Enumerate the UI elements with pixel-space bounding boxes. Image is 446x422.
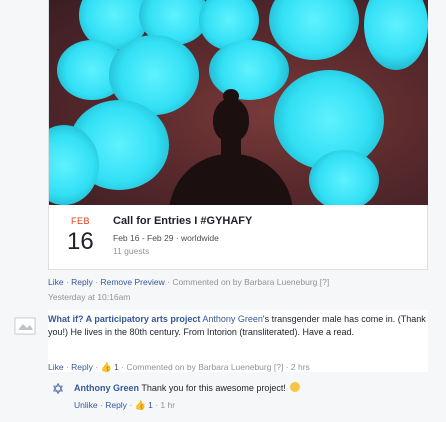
event-card[interactable]: FEB 16 Call for Entries I #GYHAFY Feb 16… <box>48 0 428 270</box>
comment-like-count[interactable]: 1 <box>114 362 119 372</box>
reply-author-link[interactable]: Anthony Green <box>74 383 139 393</box>
comment-text: What if? A participatory arts project An… <box>48 313 426 338</box>
event-guests: 11 guests <box>113 246 150 256</box>
reply-body: Thank you for this awesome project! <box>141 383 286 393</box>
post-actions: Like · Reply · Remove Preview · Commente… <box>48 277 330 287</box>
light-spot <box>364 0 428 70</box>
like-link[interactable]: Like <box>48 277 64 287</box>
commenter-name[interactable]: Barbara Lueneburg <box>198 362 271 372</box>
thumbs-up-icon[interactable]: 👍 <box>100 362 111 372</box>
silhouette-head <box>213 98 249 142</box>
event-title-link[interactable]: Call for Entries I #GYHAFY <box>113 215 252 227</box>
info-badge[interactable]: [?] <box>274 362 283 372</box>
event-day: 16 <box>67 228 94 255</box>
mention-link[interactable]: Anthony Green <box>202 314 263 324</box>
reply-link[interactable]: Reply <box>71 277 93 287</box>
commented-on-by-label: Commented on by <box>126 362 196 372</box>
silhouette-body <box>169 154 293 205</box>
event-dates: Feb 16 - Feb 29 · worldwide <box>113 233 219 243</box>
thumbs-up-icon[interactable]: 👍 <box>135 400 146 410</box>
star-of-david-icon[interactable]: ✡ <box>50 382 66 398</box>
light-spot <box>269 0 359 60</box>
smiley-emoji-icon <box>290 382 301 392</box>
event-details[interactable]: FEB 16 Call for Entries I #GYHAFY Feb 16… <box>49 208 428 268</box>
post-timestamp[interactable]: Yesterday at 10:16am <box>48 292 130 302</box>
comment-reply-link[interactable]: Reply <box>71 362 93 372</box>
comment-like-link[interactable]: Like <box>48 362 64 372</box>
event-month: FEB <box>71 216 91 226</box>
reply-like-count[interactable]: 1 <box>148 400 153 410</box>
reply-text: Anthony Green Thank you for this awesome… <box>74 382 301 393</box>
light-spot <box>309 150 379 205</box>
unlike-link[interactable]: Unlike <box>74 400 98 410</box>
reply-reply-link[interactable]: Reply <box>105 400 127 410</box>
commented-on-by-label: Commented on by <box>172 277 242 287</box>
event-cover-photo[interactable] <box>49 0 428 205</box>
comment-time[interactable]: 2 hrs <box>291 362 310 372</box>
page-avatar-icon[interactable] <box>14 317 36 335</box>
commenter-name[interactable]: Barbara Lueneburg <box>244 277 317 287</box>
reply-time[interactable]: 1 hr <box>160 400 175 410</box>
remove-preview-link[interactable]: Remove Preview <box>100 277 164 287</box>
page-name-link[interactable]: What if? A participatory arts project <box>48 314 200 324</box>
reply-actions: Unlike · Reply · 👍 1 · 1 hr <box>74 400 176 410</box>
comment-actions: Like · Reply · 👍 1 · Commented on by Bar… <box>48 362 310 372</box>
light-spot <box>209 40 289 100</box>
info-badge[interactable]: [?] <box>320 277 329 287</box>
